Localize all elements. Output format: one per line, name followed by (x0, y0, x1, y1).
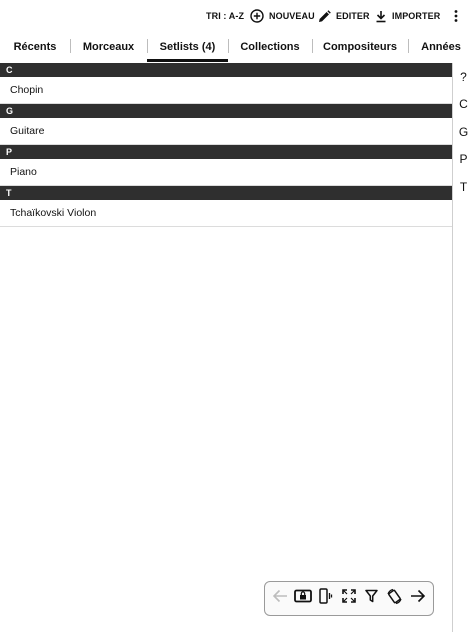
tab-setlists[interactable]: Setlists (4) (147, 32, 228, 62)
tab-divider (312, 39, 313, 53)
index-letter[interactable]: T (453, 173, 474, 201)
new-button[interactable]: NOUVEAU (250, 0, 315, 32)
import-label: IMPORTER (392, 11, 441, 21)
arrow-right-icon (410, 589, 426, 608)
edit-label: EDITER (336, 11, 370, 21)
import-button[interactable]: IMPORTER (375, 0, 440, 32)
lock-keyboard-button[interactable] (292, 586, 315, 612)
list-item[interactable]: Guitare (0, 118, 452, 145)
tab-collections[interactable]: Collections (228, 32, 312, 62)
tab-divider (147, 39, 148, 53)
section-header: P (0, 145, 452, 159)
tab-annees[interactable]: Années (408, 32, 474, 62)
pencil-icon (318, 9, 331, 23)
tab-recents[interactable]: Récents (0, 32, 70, 62)
tab-divider (228, 39, 229, 53)
tab-label: Récents (13, 41, 57, 53)
new-label: NOUVEAU (269, 11, 315, 21)
tab-compositeurs[interactable]: Compositeurs (312, 32, 408, 62)
list-item[interactable]: Tchaïkovski Violon (0, 200, 452, 227)
orientation-button[interactable] (315, 586, 338, 612)
index-letter[interactable]: P (453, 146, 474, 174)
previous-button[interactable] (269, 586, 292, 612)
tab-label: Années (421, 41, 461, 53)
tab-bar: Récents Morceaux Setlists (4) Collection… (0, 32, 474, 62)
alphabet-index: ? C G P T (452, 63, 474, 632)
download-icon (375, 10, 387, 23)
tab-label: Morceaux (82, 41, 135, 53)
rotate-screen-button[interactable] (383, 586, 406, 612)
add-circle-icon (250, 9, 264, 23)
tab-label: Setlists (4) (159, 41, 216, 53)
more-options-button[interactable] (450, 0, 462, 32)
tab-morceaux[interactable]: Morceaux (70, 32, 147, 62)
keyboard-lock-icon (294, 589, 313, 608)
filter-button[interactable] (360, 586, 383, 612)
edit-button[interactable]: EDITER (318, 0, 370, 32)
section-header: C (0, 63, 452, 77)
phone-rotate-icon (319, 588, 333, 609)
index-letter[interactable]: C (453, 91, 474, 119)
filter-icon (365, 589, 379, 608)
tab-label: Compositeurs (323, 41, 397, 53)
tab-divider (408, 39, 409, 53)
arrow-left-icon (272, 589, 288, 608)
fullscreen-button[interactable] (338, 586, 361, 612)
screen-rotation-icon (386, 588, 403, 610)
setlist-list: C Chopin G Guitare P Piano T Tchaïkovski… (0, 63, 452, 227)
top-action-bar: TRI : A-Z NOUVEAU EDITER IMPORTER (0, 0, 474, 32)
next-button[interactable] (406, 586, 429, 612)
vertical-dots-icon (454, 9, 458, 23)
tab-label: Collections (240, 41, 300, 53)
index-letter[interactable]: ? (453, 63, 474, 91)
section-header: G (0, 104, 452, 118)
list-item[interactable]: Chopin (0, 77, 452, 104)
sort-label: TRI : A-Z (206, 11, 245, 21)
bottom-toolbar (264, 581, 434, 616)
index-letter[interactable]: G (453, 118, 474, 146)
list-item[interactable]: Piano (0, 159, 452, 186)
sort-button[interactable]: TRI : A-Z (206, 0, 244, 32)
section-header: T (0, 186, 452, 200)
fullscreen-icon (342, 589, 356, 608)
tab-divider (70, 39, 71, 53)
